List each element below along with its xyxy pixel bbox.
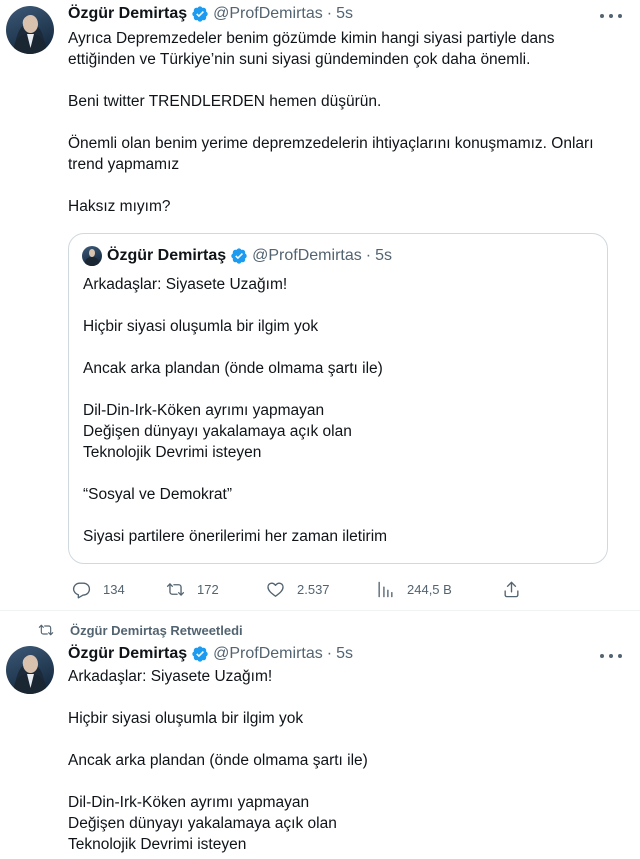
reply-icon [72, 581, 91, 598]
tweet[interactable]: Özgür Demirtaş @ProfDemirtas · 5s Arkada… [0, 640, 640, 859]
quoted-avatar [82, 246, 102, 266]
like-button[interactable]: 2.537 [266, 574, 330, 604]
author-name[interactable]: Özgür Demirtaş [68, 645, 187, 663]
views-icon [378, 581, 393, 597]
retweet-icon [166, 582, 185, 596]
tweet-divider [0, 610, 640, 611]
quoted-tweet[interactable]: Özgür Demirtaş @ProfDemirtas · 5s Arkada… [68, 233, 608, 564]
quoted-tweet-text: Arkadaşlar: Siyasete Uzağım! Hiçbir siya… [83, 276, 388, 545]
quoted-timestamp: 5s [375, 247, 392, 264]
action-bar: 134 172 2.537 244,5 B [68, 574, 548, 604]
quoted-header: Özgür Demirtaş @ProfDemirtas · 5s [107, 247, 392, 265]
more-options-icon[interactable] [600, 646, 622, 666]
verified-badge-icon [192, 646, 208, 662]
author-name[interactable]: Özgür Demirtaş [68, 5, 187, 23]
separator-dot: · [365, 247, 372, 264]
retweet-icon [38, 624, 54, 636]
more-options-icon[interactable] [600, 6, 622, 26]
quoted-author-handle: @ProfDemirtas [252, 247, 362, 264]
retweet-context[interactable]: Özgür Demirtaş Retweetledi [38, 622, 243, 638]
reply-button[interactable]: 134 [72, 574, 125, 604]
share-button[interactable] [502, 574, 533, 604]
separator-dot: · [326, 5, 333, 22]
share-icon [504, 581, 519, 597]
quoted-author-name: Özgür Demirtaş [107, 247, 227, 264]
like-count: 2.537 [297, 581, 330, 597]
retweet-count: 172 [197, 581, 219, 597]
separator-dot: · [326, 645, 333, 662]
reply-count: 134 [103, 581, 125, 597]
timestamp[interactable]: 5s [336, 645, 353, 663]
tweet-header: Özgür Demirtaş @ProfDemirtas · 5s [68, 5, 353, 23]
tweet-text: Arkadaşlar: Siyasete Uzağım! Hiçbir siya… [68, 668, 368, 853]
timestamp[interactable]: 5s [336, 5, 353, 23]
tweet[interactable]: Özgür Demirtaş @ProfDemirtas · 5s Ayrıca… [0, 0, 640, 610]
avatar[interactable] [6, 646, 54, 694]
author-handle[interactable]: @ProfDemirtas [213, 5, 323, 23]
views-count: 244,5 B [407, 581, 452, 597]
verified-badge-icon [231, 248, 247, 264]
author-handle[interactable]: @ProfDemirtas [213, 645, 323, 663]
tweet-header: Özgür Demirtaş @ProfDemirtas · 5s [68, 645, 353, 663]
avatar[interactable] [6, 6, 54, 54]
retweet-button[interactable]: 172 [166, 574, 219, 604]
verified-badge-icon [192, 6, 208, 22]
views-button[interactable]: 244,5 B [376, 574, 452, 604]
like-icon [267, 581, 284, 597]
retweet-context-label: Özgür Demirtaş Retweetledi [70, 622, 243, 638]
tweet-text: Ayrıca Depremzedeler benim gözümde kimin… [68, 30, 594, 215]
